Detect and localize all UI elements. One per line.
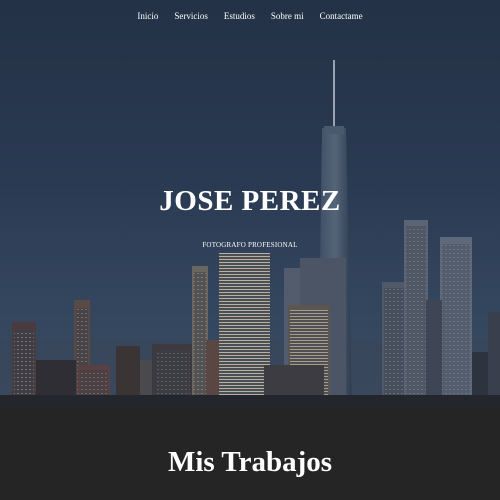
works-title: Mis Trabajos: [167, 446, 333, 478]
main-nav: Inicio Servicios Estudios Sobre mi Conta…: [0, 8, 500, 24]
hero-subtitle: FOTOGRAFO PROFESIONAL: [202, 241, 298, 249]
nav-link-contactame[interactable]: Contactame: [320, 8, 363, 24]
hero-title: JOSE PEREZ: [159, 185, 341, 217]
nav-link-sobre-mi[interactable]: Sobre mi: [271, 8, 304, 24]
works-section: Mis Trabajos: [0, 407, 500, 500]
nav-link-inicio[interactable]: Inicio: [137, 8, 158, 24]
nav-link-estudios[interactable]: Estudios: [224, 8, 255, 24]
hero-section: Inicio Servicios Estudios Sobre mi Conta…: [0, 0, 500, 407]
nav-link-servicios[interactable]: Servicios: [174, 8, 208, 24]
